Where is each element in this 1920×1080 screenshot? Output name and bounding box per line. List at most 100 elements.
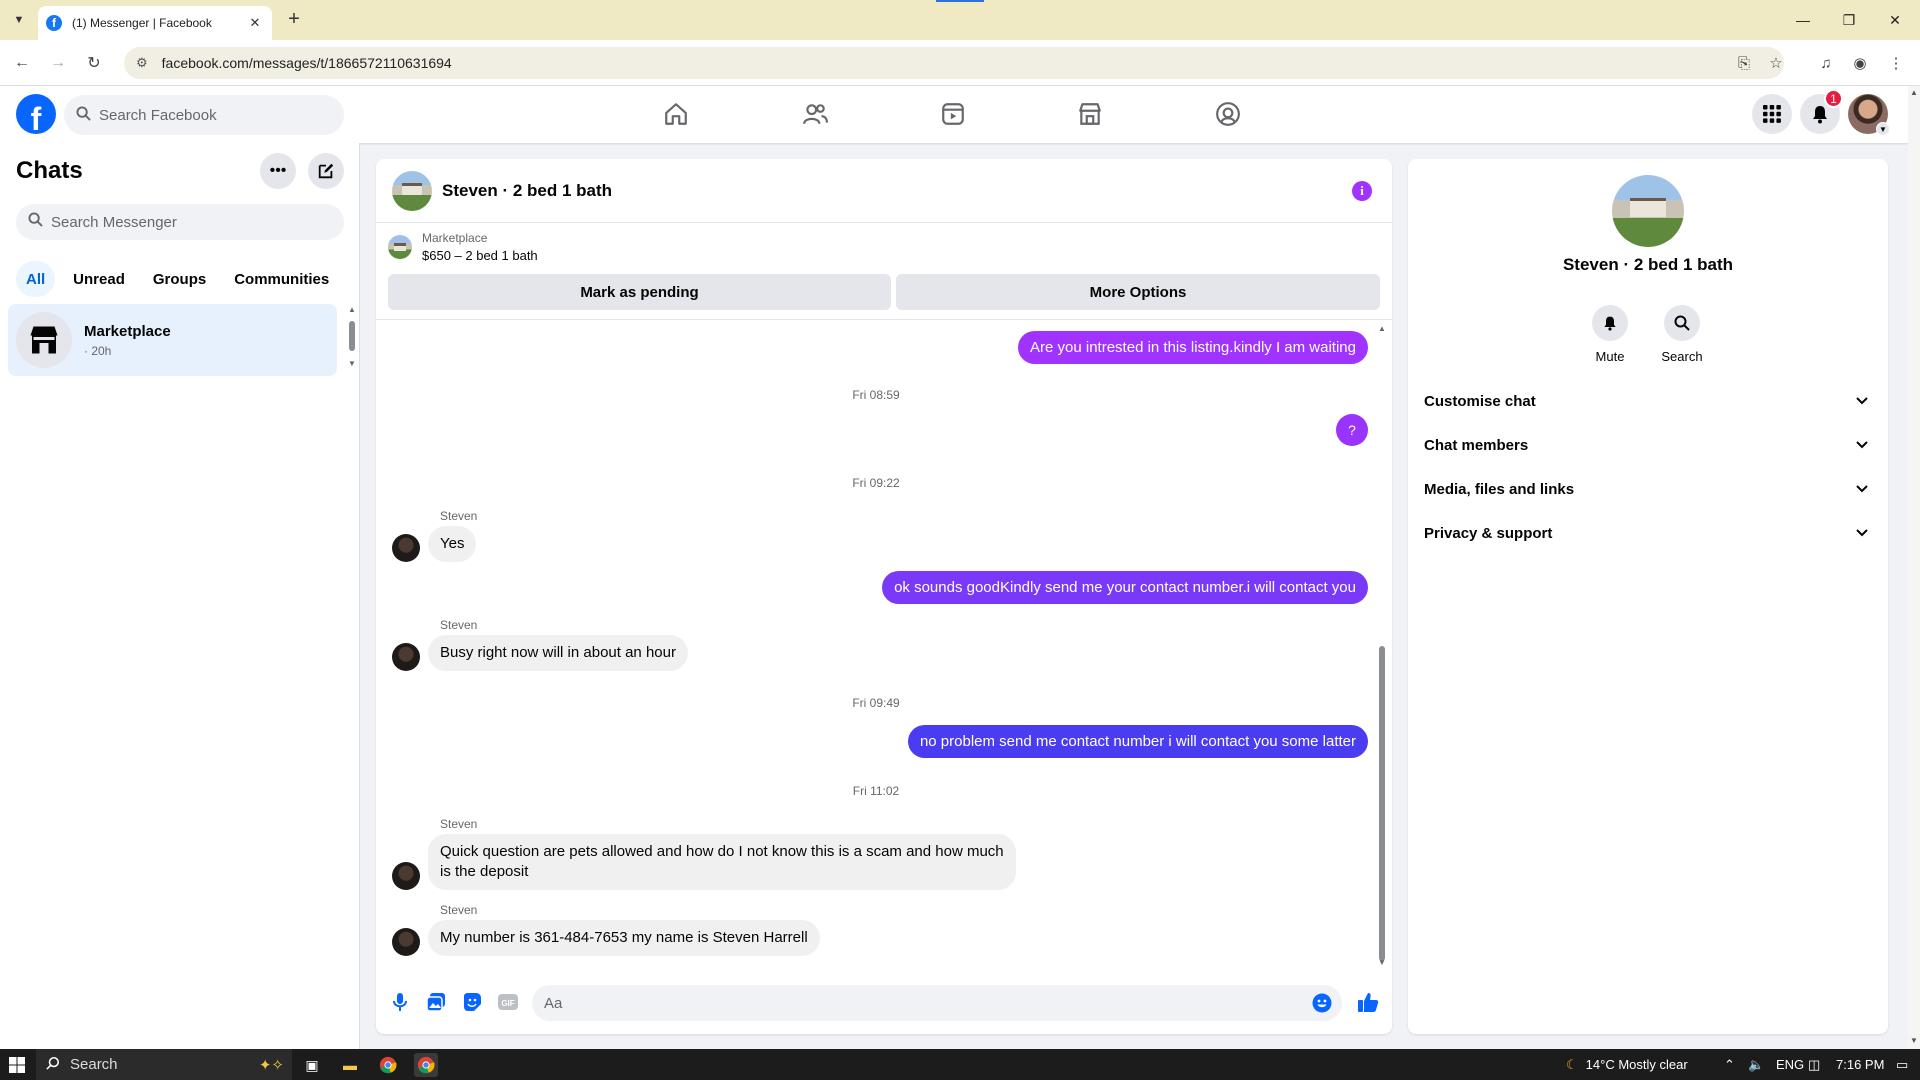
- media-files-links-section[interactable]: Media, files and links: [1416, 467, 1880, 511]
- conversation-scrollbar[interactable]: ▲ ▼: [1376, 324, 1388, 969]
- browser-tab[interactable]: f (1) Messenger | Facebook ✕: [38, 6, 272, 40]
- taskbar-search[interactable]: Search ✦✧: [36, 1049, 292, 1080]
- outgoing-message[interactable]: ?: [1336, 414, 1368, 446]
- file-explorer-icon[interactable]: ▬: [338, 1053, 362, 1077]
- mute-button[interactable]: Mute: [1580, 305, 1640, 364]
- gif-icon[interactable]: GIF: [494, 988, 522, 1016]
- conversation-title[interactable]: Steven · 2 bed 1 bath: [442, 181, 612, 201]
- emoji-icon[interactable]: [1312, 993, 1332, 1018]
- tray-overflow-icon[interactable]: ⌃: [1724, 1049, 1735, 1080]
- scroll-down-icon[interactable]: ▼: [1910, 1036, 1918, 1045]
- language-indicator[interactable]: ENG: [1776, 1049, 1804, 1080]
- sticker-icon[interactable]: [458, 988, 486, 1016]
- facebook-logo-icon[interactable]: f: [16, 94, 56, 134]
- new-message-icon[interactable]: [308, 153, 344, 189]
- chevron-down-icon: [1856, 394, 1868, 408]
- clock-time[interactable]: 7:16 PM: [1836, 1049, 1884, 1080]
- video-icon[interactable]: [933, 94, 973, 134]
- marketplace-icon[interactable]: [1070, 94, 1110, 134]
- message-input[interactable]: [544, 994, 1284, 1012]
- message-input-wrapper[interactable]: [532, 985, 1342, 1021]
- sender-avatar[interactable]: [392, 643, 420, 671]
- listing-summary[interactable]: Marketplace $650 – 2 bed 1 bath: [388, 231, 538, 263]
- tab-search-icon[interactable]: ▼: [8, 9, 30, 31]
- page-scrollbar[interactable]: ▲ ▼: [1908, 86, 1920, 1049]
- scroll-down-icon[interactable]: ▼: [348, 359, 356, 368]
- browser-tab-strip: ▼ f (1) Messenger | Facebook ✕ + — ❐ ✕: [0, 0, 1920, 40]
- volume-icon[interactable]: 🔈: [1748, 1049, 1764, 1080]
- microphone-icon[interactable]: [386, 988, 414, 1016]
- messenger-search[interactable]: [16, 204, 344, 240]
- install-app-icon[interactable]: ⎘: [1732, 51, 1756, 75]
- facebook-search-input[interactable]: [99, 106, 299, 124]
- chrome-icon[interactable]: [376, 1053, 400, 1077]
- mark-as-pending-button[interactable]: Mark as pending: [388, 274, 891, 310]
- media-controls-icon[interactable]: ♫: [1814, 51, 1838, 75]
- scroll-up-icon[interactable]: ▲: [1910, 88, 1918, 97]
- sidebar-scrollbar[interactable]: ▲ ▼: [346, 305, 358, 369]
- search-in-chat-button[interactable]: Search: [1652, 305, 1712, 364]
- conversation-scroll-thumb[interactable]: [1379, 646, 1385, 961]
- tab-close-icon[interactable]: ✕: [246, 15, 264, 31]
- outgoing-message[interactable]: ok sounds goodKindly send me your contac…: [882, 571, 1368, 604]
- listing-avatar[interactable]: [392, 170, 432, 211]
- close-window-icon[interactable]: ✕: [1872, 0, 1918, 40]
- more-options-button[interactable]: More Options: [896, 274, 1380, 310]
- customise-chat-section[interactable]: Customise chat: [1416, 379, 1880, 423]
- scroll-up-icon[interactable]: ▲: [1378, 324, 1386, 333]
- menu-grid-icon[interactable]: [1752, 94, 1792, 134]
- privacy-support-section[interactable]: Privacy & support: [1416, 511, 1880, 555]
- sender-avatar[interactable]: [392, 862, 420, 890]
- profile-icon[interactable]: ◉: [1848, 51, 1872, 75]
- friends-icon[interactable]: [795, 94, 835, 134]
- mute-label: Mute: [1595, 349, 1625, 364]
- messenger-search-input[interactable]: [51, 213, 251, 231]
- sender-avatar[interactable]: [392, 928, 420, 956]
- gaming-icon[interactable]: [1208, 94, 1248, 134]
- message-timestamp: Fri 09:49: [852, 696, 900, 710]
- incoming-message[interactable]: Yes: [428, 526, 477, 562]
- new-tab-icon[interactable]: +: [282, 8, 306, 32]
- outgoing-message[interactable]: no problem send me contact number i will…: [907, 725, 1368, 758]
- reload-icon[interactable]: ↻: [82, 51, 106, 75]
- chat-options-icon[interactable]: •••: [260, 153, 296, 189]
- network-icon[interactable]: ◫: [1808, 1049, 1820, 1080]
- filter-tab-all[interactable]: All: [16, 261, 56, 297]
- outgoing-message[interactable]: Are you intrested in this listing.kindly…: [1018, 331, 1368, 364]
- message-list: Are you intrested in this listing.kindly…: [376, 319, 1392, 964]
- notifications-bell-icon[interactable]: 1: [1800, 89, 1843, 134]
- filter-tab-unread[interactable]: Unread: [63, 261, 135, 297]
- scroll-down-icon[interactable]: ▼: [1378, 958, 1386, 967]
- chat-members-section[interactable]: Chat members: [1416, 423, 1880, 467]
- facebook-search[interactable]: [64, 95, 344, 135]
- sender-avatar[interactable]: [392, 534, 420, 562]
- restore-icon[interactable]: ❐: [1826, 0, 1872, 40]
- notification-center-icon[interactable]: ▭: [1896, 1049, 1908, 1080]
- back-icon[interactable]: ←: [10, 51, 34, 75]
- filter-tab-communities[interactable]: Communities: [224, 261, 339, 297]
- conversation-header: Steven · 2 bed 1 bath i: [376, 159, 1392, 223]
- browser-menu-icon[interactable]: ⋮: [1884, 51, 1908, 75]
- weather-widget[interactable]: ☾ 14°C Mostly clear: [1566, 1049, 1688, 1080]
- photo-icon[interactable]: [422, 988, 450, 1016]
- omnibox[interactable]: ⚙ facebook.com/messages/t/18665721106316…: [124, 47, 1784, 79]
- account-caret-icon[interactable]: ▼: [1876, 122, 1890, 136]
- site-info-icon[interactable]: ⚙: [136, 55, 148, 71]
- filter-tab-groups[interactable]: Groups: [143, 261, 216, 297]
- incoming-message[interactable]: My number is 361-484-7653 my name is Ste…: [428, 920, 820, 956]
- incoming-message[interactable]: Quick question are pets allowed and how …: [428, 834, 1016, 890]
- sidebar-scroll-thumb[interactable]: [349, 321, 355, 351]
- bookmark-star-icon[interactable]: ☆: [1764, 51, 1788, 75]
- chrome-active-icon[interactable]: [414, 1053, 438, 1077]
- chat-list-item[interactable]: Marketplace · 20h: [8, 304, 337, 376]
- chat-info-avatar[interactable]: [1612, 175, 1684, 247]
- task-view-icon[interactable]: ▣: [300, 1053, 324, 1077]
- forward-icon[interactable]: →: [46, 51, 70, 75]
- home-icon[interactable]: [656, 94, 696, 134]
- like-thumb-icon[interactable]: [1354, 988, 1382, 1016]
- scroll-up-icon[interactable]: ▲: [348, 305, 356, 314]
- minimize-icon[interactable]: —: [1780, 0, 1826, 40]
- incoming-message[interactable]: Busy right now will in about an hour: [428, 635, 688, 671]
- info-icon[interactable]: i: [1352, 181, 1372, 201]
- windows-start-icon[interactable]: [0, 1049, 34, 1080]
